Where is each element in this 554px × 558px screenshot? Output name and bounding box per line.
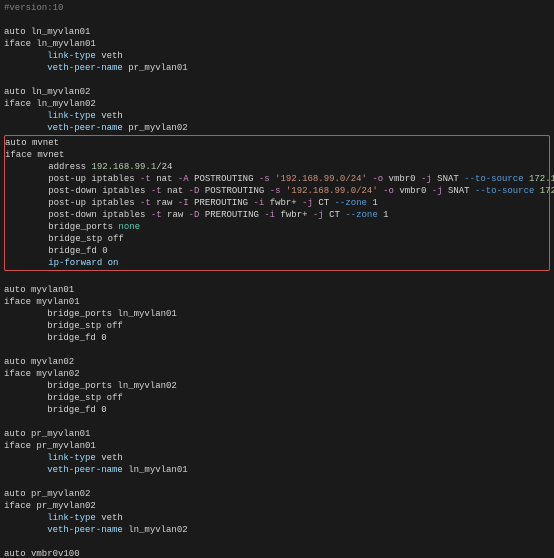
auto-line: auto myvlan01	[4, 285, 74, 295]
iface-line: iface pr_myvlan02	[4, 501, 96, 511]
auto-line: auto ln_myvlan01	[4, 27, 90, 37]
post-up-line: post-up iptables	[5, 174, 140, 184]
auto-line: auto pr_myvlan01	[4, 429, 90, 439]
iface-line: iface pr_myvlan01	[4, 441, 96, 451]
veth-peer-kw: veth-peer-name	[4, 63, 123, 73]
post-down-line: post-down iptables	[5, 186, 151, 196]
auto-line: auto mvnet	[5, 138, 59, 148]
auto-line: auto ln_myvlan02	[4, 87, 90, 97]
link-type-kw: link-type	[4, 51, 96, 61]
iface-line: iface ln_myvlan02	[4, 99, 96, 109]
version-comment: #version:10	[4, 3, 63, 13]
iface-line: iface mvnet	[5, 150, 64, 160]
highlight-mvnet: auto mvnet iface mvnet address 192.168.9…	[4, 135, 550, 271]
ip-address: 192.168.99.1	[91, 162, 156, 172]
auto-line: auto myvlan02	[4, 357, 74, 367]
iface-line: iface myvlan01	[4, 297, 80, 307]
iface-line: iface myvlan02	[4, 369, 80, 379]
post-down-line: post-down iptables	[5, 210, 151, 220]
auto-line: auto pr_myvlan02	[4, 489, 90, 499]
config-file: #version:10 auto ln_myvlan01 iface ln_my…	[0, 0, 554, 558]
auto-line: auto vmbr0v100	[4, 549, 80, 558]
post-up-line: post-up iptables	[5, 198, 140, 208]
iface-line: iface ln_myvlan01	[4, 39, 96, 49]
